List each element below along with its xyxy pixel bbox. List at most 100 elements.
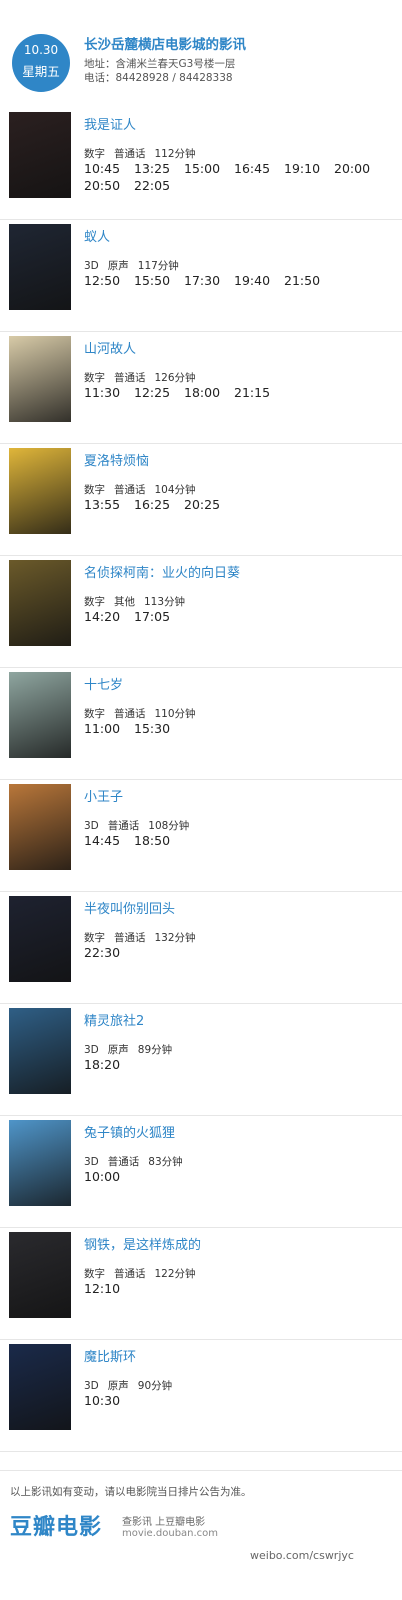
showtime[interactable]: 21:15 <box>234 384 284 401</box>
showtime[interactable]: 21:50 <box>284 272 334 289</box>
movie-duration: 104分钟 <box>154 484 196 496</box>
movie-title[interactable]: 十七岁 <box>84 674 123 693</box>
movie-poster[interactable] <box>9 672 71 758</box>
movie-item[interactable]: 夏洛特烦恼 数字 普通话 104分钟 13:55 16:25 20:25 <box>0 444 402 556</box>
movie-item[interactable]: 名侦探柯南：业火的向日葵 数字 其他 113分钟 14:20 17:05 <box>0 556 402 668</box>
showtimes: 14:45 18:50 <box>84 832 396 849</box>
movie-duration: 90分钟 <box>137 1380 173 1392</box>
movie-format: 3D <box>84 820 99 832</box>
movie-poster[interactable] <box>9 896 71 982</box>
movie-item[interactable]: 我是证人 数字 普通话 112分钟 10:45 13:25 15:00 16:45 19:10 2… <box>0 108 402 220</box>
movie-item[interactable]: 钢铁，是这样炼成的 数字 普通话 122分钟 12:10 <box>0 1228 402 1340</box>
movie-poster[interactable] <box>9 1008 71 1094</box>
showtime[interactable]: 10:45 <box>84 160 134 177</box>
showtime[interactable]: 11:00 <box>84 720 134 737</box>
poster-image <box>9 784 71 870</box>
movie-poster[interactable] <box>9 784 71 870</box>
movie-title[interactable]: 兔子镇的火狐狸 <box>84 1122 175 1141</box>
showtime[interactable]: 18:20 <box>84 1056 134 1073</box>
movie-meta: 3D 原声 89分钟 <box>84 1042 181 1057</box>
notice: 以上影讯如有变动，请以电影院当日排片公告为准。 <box>10 1486 252 1498</box>
poster-image <box>9 1120 71 1206</box>
showtime[interactable]: 10:00 <box>84 1168 134 1185</box>
poster-image <box>9 336 71 422</box>
movie-title[interactable]: 我是证人 <box>84 114 136 133</box>
showtime[interactable]: 10:30 <box>84 1392 134 1409</box>
movie-poster[interactable] <box>9 560 71 646</box>
movie-meta: 3D 普通话 108分钟 <box>84 818 198 833</box>
showtime[interactable]: 16:25 <box>134 496 184 513</box>
movie-item[interactable]: 蚁人 3D 原声 117分钟 12:50 15:50 17:30 19:40 21:50 <box>0 220 402 332</box>
showtime[interactable]: 22:05 <box>134 177 184 194</box>
showtimes: 12:10 <box>84 1280 396 1297</box>
showtime[interactable]: 14:20 <box>84 608 134 625</box>
showtime[interactable]: 19:10 <box>284 160 334 177</box>
cinema-address: 地址：含浦米兰春天G3号楼一层 <box>84 58 236 70</box>
showtime[interactable]: 20:00 <box>334 160 384 177</box>
header: 10.30 星期五 长沙岳麓横店电影城的影讯 地址：含浦米兰春天G3号楼一层 电… <box>0 0 402 96</box>
movie-title[interactable]: 魔比斯环 <box>84 1346 136 1365</box>
movie-title[interactable]: 精灵旅社2 <box>84 1010 144 1029</box>
brand-links[interactable]: 查影讯 上豆瓣电影 <box>122 1513 205 1528</box>
movie-poster[interactable] <box>9 448 71 534</box>
showtime[interactable]: 12:25 <box>134 384 184 401</box>
showtime[interactable]: 14:45 <box>84 832 134 849</box>
poster-image <box>9 1008 71 1094</box>
showtime[interactable]: 15:00 <box>184 160 234 177</box>
brand-url[interactable]: movie.douban.com <box>122 1528 218 1539</box>
showtime[interactable]: 15:30 <box>134 720 184 737</box>
movie-poster[interactable] <box>9 224 71 310</box>
movie-duration: 122分钟 <box>154 1268 196 1280</box>
showtime[interactable]: 11:30 <box>84 384 134 401</box>
showtime[interactable]: 22:30 <box>84 944 134 961</box>
movie-duration: 110分钟 <box>154 708 196 720</box>
showtime[interactable]: 17:30 <box>184 272 234 289</box>
showtime[interactable]: 18:00 <box>184 384 234 401</box>
movie-item[interactable]: 魔比斯环 3D 原声 90分钟 10:30 <box>0 1340 402 1452</box>
movie-meta: 数字 普通话 112分钟 <box>84 146 205 161</box>
movie-item[interactable]: 半夜叫你别回头 数字 普通话 132分钟 22:30 <box>0 892 402 1004</box>
showtime[interactable]: 20:50 <box>84 177 134 194</box>
poster-image <box>9 112 71 198</box>
movie-title[interactable]: 蚁人 <box>84 226 110 245</box>
movie-duration: 132分钟 <box>154 932 196 944</box>
date: 10.30 <box>23 43 59 57</box>
showtime[interactable]: 13:55 <box>84 496 134 513</box>
movie-title[interactable]: 名侦探柯南：业火的向日葵 <box>84 562 240 581</box>
showtimes: 11:00 15:30 <box>84 720 396 737</box>
showtime[interactable]: 18:50 <box>134 832 184 849</box>
movie-poster[interactable] <box>9 336 71 422</box>
movie-poster[interactable] <box>9 1232 71 1318</box>
showtime[interactable]: 20:25 <box>184 496 234 513</box>
movie-title[interactable]: 夏洛特烦恼 <box>84 450 149 469</box>
movie-poster[interactable] <box>9 1344 71 1430</box>
movie-meta: 数字 普通话 126分钟 <box>84 370 205 385</box>
poster-image <box>9 448 71 534</box>
movie-item[interactable]: 小王子 3D 普通话 108分钟 14:45 18:50 <box>0 780 402 892</box>
showtime[interactable]: 17:05 <box>134 608 184 625</box>
movie-title[interactable]: 半夜叫你别回头 <box>84 898 175 917</box>
showtime[interactable]: 16:45 <box>234 160 284 177</box>
cinema-name: 长沙岳麓横店电影城的影讯 <box>84 37 246 53</box>
movie-poster[interactable] <box>9 112 71 198</box>
movie-item[interactable]: 精灵旅社2 3D 原声 89分钟 18:20 <box>0 1004 402 1116</box>
showtimes: 10:45 13:25 15:00 16:45 19:10 20:00 20:50 22:05 <box>84 160 396 194</box>
movie-duration: 83分钟 <box>148 1156 183 1168</box>
movie-item[interactable]: 十七岁数字 普通话 110分钟 11:00 15:30 <box>0 668 402 780</box>
showtime[interactable]: 12:50 <box>84 272 134 289</box>
movie-item[interactable]: 山河故人数字 普通话 126分钟 11:30 12:25 18:00 21:15 <box>0 332 402 444</box>
movie-poster[interactable] <box>9 1120 71 1206</box>
movie-item[interactable]: 兔子镇的火狐狸 3D 普通话 83分钟 10:00 <box>0 1116 402 1228</box>
movie-title[interactable]: 山河故人 <box>84 338 136 357</box>
showtime[interactable]: 12:10 <box>84 1280 134 1297</box>
douban-logo[interactable]: 豆瓣电影 <box>10 1509 102 1541</box>
movie-title[interactable]: 钢铁，是这样炼成的 <box>84 1234 201 1253</box>
movie-meta: 数字 普通话 110分钟 <box>84 706 205 721</box>
showtime[interactable]: 15:50 <box>134 272 184 289</box>
showtime[interactable]: 13:25 <box>134 160 184 177</box>
movie-language: 普通话 <box>114 372 146 384</box>
showtime[interactable]: 19:40 <box>234 272 284 289</box>
movie-format: 数字 <box>84 148 105 160</box>
movie-title[interactable]: 小王子 <box>84 786 123 805</box>
movie-duration: 112分钟 <box>154 148 196 160</box>
